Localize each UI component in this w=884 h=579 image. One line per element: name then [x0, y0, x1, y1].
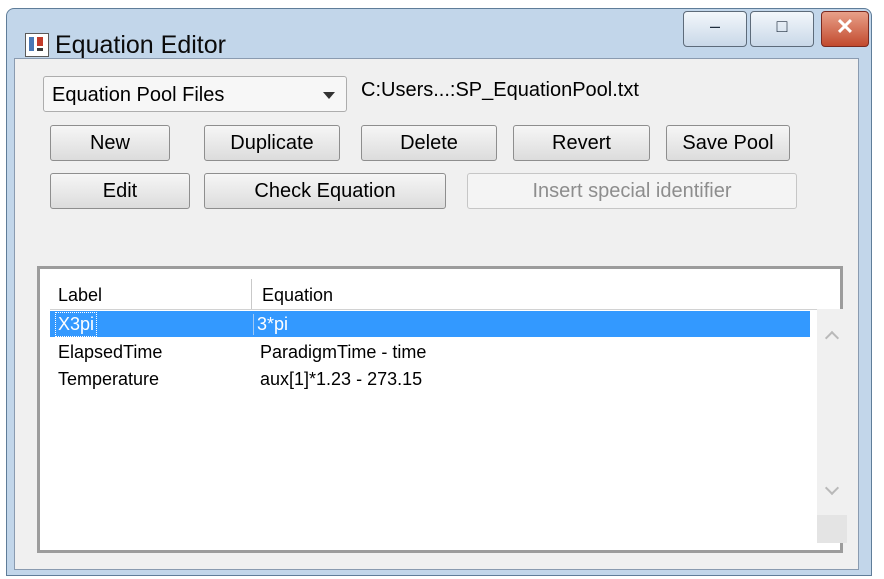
vertical-scrollbar[interactable] — [817, 309, 847, 543]
equation-list[interactable]: Label Equation X3pi 3*pi ElapsedTime Par… — [50, 279, 847, 543]
row-label: ElapsedTime — [58, 342, 163, 362]
minimize-button[interactable]: – — [683, 11, 747, 47]
row-equation: 3*pi — [253, 314, 288, 335]
close-button[interactable]: ✕ — [821, 11, 869, 47]
pool-file-path: C:Users...:SP_EquationPool.txt — [361, 79, 639, 101]
delete-button[interactable]: Delete — [361, 125, 497, 161]
chevron-down-icon[interactable] — [824, 480, 840, 496]
title-bar[interactable]: Equation Editor – □ ✕ — [7, 9, 871, 59]
editor-client-area: Equation Pool Files C:Users...:SP_Equati… — [14, 58, 859, 570]
equation-editor-icon — [25, 33, 49, 57]
column-divider[interactable] — [251, 279, 252, 309]
equation-list-frame: Label Equation X3pi 3*pi ElapsedTime Par… — [37, 266, 847, 553]
row-equation: ParadigmTime - time — [260, 342, 427, 362]
pool-selector-value: Equation Pool Files — [52, 84, 225, 106]
table-row[interactable]: X3pi 3*pi — [50, 311, 810, 337]
revert-button[interactable]: Revert — [513, 125, 650, 161]
equation-editor-window: Equation Editor – □ ✕ Equation Pool File… — [6, 8, 872, 576]
insert-special-identifier-button[interactable]: Insert special identifier — [467, 173, 797, 209]
edit-button[interactable]: Edit — [50, 173, 190, 209]
window-title: Equation Editor — [55, 31, 226, 59]
new-button[interactable]: New — [50, 125, 170, 161]
duplicate-button[interactable]: Duplicate — [204, 125, 340, 161]
column-header-label[interactable]: Label — [58, 285, 102, 306]
table-row[interactable]: ElapsedTime ParadigmTime - time — [50, 339, 810, 365]
maximize-icon: □ — [776, 16, 788, 36]
check-equation-button[interactable]: Check Equation — [204, 173, 446, 209]
equation-pool-selector[interactable]: Equation Pool Files — [43, 76, 347, 112]
save-pool-button[interactable]: Save Pool — [666, 125, 790, 161]
scrollbar-corner — [817, 515, 847, 543]
maximize-button[interactable]: □ — [750, 11, 814, 47]
chevron-down-icon — [323, 92, 335, 99]
minimize-icon: – — [709, 16, 720, 36]
column-header-equation[interactable]: Equation — [262, 285, 333, 306]
row-equation: aux[1]*1.23 - 273.15 — [260, 369, 423, 389]
close-icon: ✕ — [835, 14, 855, 39]
row-label: X3pi — [55, 312, 98, 337]
row-label: Temperature — [58, 369, 160, 389]
chevron-up-icon[interactable] — [824, 330, 840, 346]
list-header: Label Equation — [50, 279, 830, 310]
table-row[interactable]: Temperature aux[1]*1.23 - 273.15 — [50, 366, 810, 392]
